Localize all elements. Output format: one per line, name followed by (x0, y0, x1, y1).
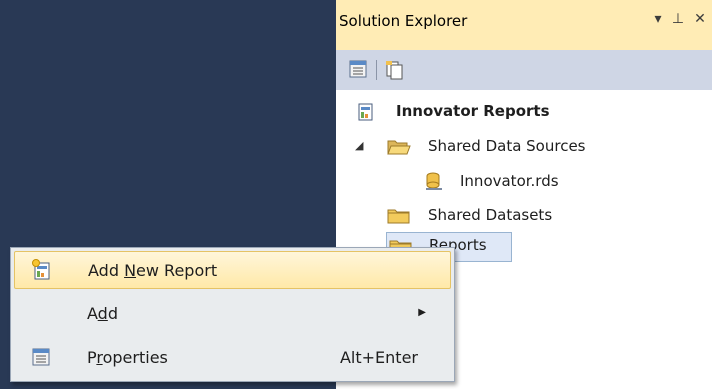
tree-item-label: Shared Datasets (428, 206, 553, 224)
menu-item-add-new-report[interactable]: Add New Report (14, 251, 451, 289)
datasource-icon (424, 171, 444, 190)
context-menu: Add New Report Add ▶ Properties Alt+Ente… (10, 247, 455, 382)
tree-item-datasource-file[interactable]: Innovator.rds (336, 168, 712, 194)
toolbar-separator (376, 60, 377, 80)
menu-item-label: Add New Report (88, 261, 218, 280)
menu-item-label: Add (87, 304, 118, 323)
report-project-icon (356, 103, 376, 121)
tree-item-label: Innovator Reports (396, 102, 550, 120)
solution-explorer-toolbar (336, 50, 712, 90)
close-icon[interactable]: ✕ (690, 8, 710, 30)
menu-item-add[interactable]: Add ▶ (14, 295, 451, 333)
menu-item-properties[interactable]: Properties Alt+Enter (14, 339, 451, 377)
window-position-dropdown-icon[interactable]: ▾ (648, 8, 668, 30)
add-new-report-icon (31, 259, 53, 281)
properties-icon[interactable] (348, 59, 370, 81)
folder-icon (387, 207, 410, 224)
tree-item-shared-datasets[interactable]: Shared Datasets (336, 202, 712, 228)
pin-icon[interactable]: ⊥ (668, 8, 688, 30)
properties-icon (30, 346, 52, 368)
solution-explorer-titlebar: Solution Explorer ▾ ⊥ ✕ (336, 0, 712, 50)
tree-item-label: Innovator.rds (460, 172, 559, 190)
tree-item-shared-data-sources[interactable]: ◢ Shared Data Sources (336, 133, 712, 159)
expand-collapse-arrow-icon[interactable]: ◢ (355, 133, 363, 159)
folder-open-icon (387, 138, 411, 155)
menu-item-label: Properties (87, 348, 168, 367)
tree-item-project[interactable]: Innovator Reports (336, 98, 712, 124)
solution-explorer-title: Solution Explorer (339, 12, 468, 30)
tree-item-label: Shared Data Sources (428, 137, 586, 155)
menu-item-shortcut: Alt+Enter (339, 348, 418, 367)
submenu-arrow-icon: ▶ (418, 307, 426, 318)
show-all-files-icon[interactable] (384, 59, 406, 81)
